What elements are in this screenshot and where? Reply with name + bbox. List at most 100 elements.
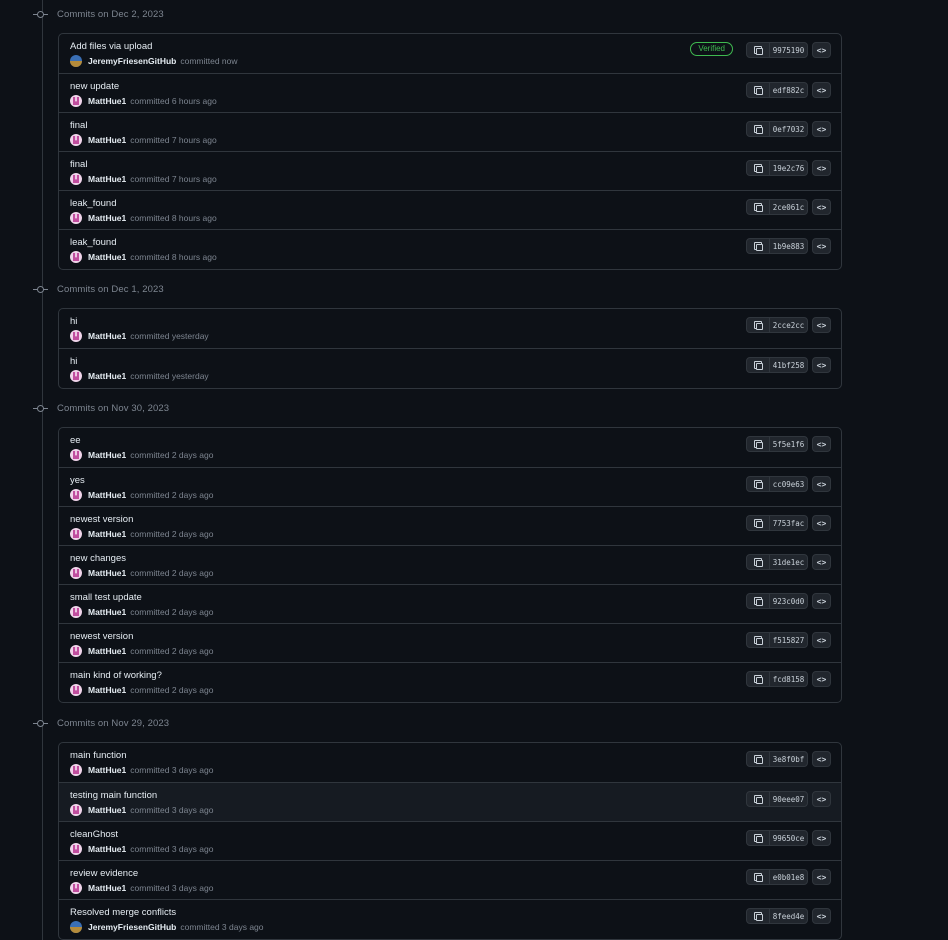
copy-icon[interactable] — [747, 594, 770, 608]
commit-sha[interactable]: 2ce061c — [770, 203, 807, 212]
copy-icon[interactable] — [747, 83, 770, 97]
commit-author-link[interactable]: MattHue1 — [88, 252, 126, 262]
commit-author-link[interactable]: MattHue1 — [88, 96, 126, 106]
browse-repository-button[interactable]: <> — [812, 908, 831, 924]
commit-sha-button[interactable]: 8feed4e — [746, 908, 808, 924]
commit-message-link[interactable]: newest version — [70, 631, 133, 642]
commit-sha[interactable]: e0b01e8 — [770, 873, 807, 882]
browse-repository-button[interactable]: <> — [812, 357, 831, 373]
commit-message-link[interactable]: main kind of working? — [70, 670, 162, 681]
commit-author-link[interactable]: MattHue1 — [88, 805, 126, 815]
avatar[interactable] — [70, 95, 82, 107]
commit-author-link[interactable]: MattHue1 — [88, 685, 126, 695]
commit-sha-button[interactable]: fcd8158 — [746, 671, 808, 687]
commit-sha-button[interactable]: 19e2c76 — [746, 160, 808, 176]
copy-icon[interactable] — [747, 792, 770, 806]
avatar[interactable] — [70, 489, 82, 501]
commit-sha-button[interactable]: cc09e63 — [746, 476, 808, 492]
commit-sha-button[interactable]: 7753fac — [746, 515, 808, 531]
browse-repository-button[interactable]: <> — [812, 160, 831, 176]
avatar[interactable] — [70, 567, 82, 579]
commit-message-link[interactable]: hi — [70, 356, 77, 367]
commit-sha[interactable]: f515827 — [770, 636, 807, 645]
commit-sha[interactable]: 31de1ec — [770, 558, 807, 567]
copy-icon[interactable] — [747, 43, 770, 57]
commit-message-link[interactable]: final — [70, 159, 87, 170]
commit-author-link[interactable]: MattHue1 — [88, 490, 126, 500]
commit-message-link[interactable]: final — [70, 120, 87, 131]
avatar[interactable] — [70, 645, 82, 657]
browse-repository-button[interactable]: <> — [812, 476, 831, 492]
commit-sha-button[interactable]: 5f5e1f6 — [746, 436, 808, 452]
avatar[interactable] — [70, 212, 82, 224]
commit-author-link[interactable]: MattHue1 — [88, 765, 126, 775]
commit-message-link[interactable]: leak_found — [70, 237, 116, 248]
commit-sha[interactable]: 5f5e1f6 — [770, 440, 807, 449]
commit-sha-button[interactable]: f515827 — [746, 632, 808, 648]
commit-message-link[interactable]: new update — [70, 81, 119, 92]
commit-message-link[interactable]: main function — [70, 750, 127, 761]
verified-badge[interactable]: Verified — [690, 42, 733, 56]
browse-repository-button[interactable]: <> — [812, 121, 831, 137]
commit-message-link[interactable]: Resolved merge conflicts — [70, 907, 176, 918]
copy-icon[interactable] — [747, 122, 770, 136]
commit-sha[interactable]: 1b9e883 — [770, 242, 807, 251]
commit-message-link[interactable]: yes — [70, 475, 85, 486]
commit-sha-button[interactable]: 99650ce — [746, 830, 808, 846]
commit-sha-button[interactable]: 90eee07 — [746, 791, 808, 807]
commit-author-link[interactable]: MattHue1 — [88, 568, 126, 578]
commit-sha[interactable]: 90eee07 — [770, 795, 807, 804]
browse-repository-button[interactable]: <> — [812, 593, 831, 609]
copy-icon[interactable] — [747, 672, 770, 686]
commit-sha[interactable]: cc09e63 — [770, 480, 807, 489]
commit-message-link[interactable]: cleanGhost — [70, 829, 118, 840]
browse-repository-button[interactable]: <> — [812, 515, 831, 531]
avatar[interactable] — [70, 764, 82, 776]
avatar[interactable] — [70, 55, 82, 67]
commit-author-link[interactable]: MattHue1 — [88, 371, 126, 381]
commit-sha-button[interactable]: 1b9e883 — [746, 238, 808, 254]
commit-author-link[interactable]: JeremyFriesenGitHub — [88, 56, 176, 66]
copy-icon[interactable] — [747, 831, 770, 845]
commit-author-link[interactable]: MattHue1 — [88, 883, 126, 893]
commit-sha[interactable]: 7753fac — [770, 519, 807, 528]
browse-repository-button[interactable]: <> — [812, 317, 831, 333]
commit-author-link[interactable]: MattHue1 — [88, 213, 126, 223]
browse-repository-button[interactable]: <> — [812, 199, 831, 215]
commit-sha[interactable]: 19e2c76 — [770, 164, 807, 173]
avatar[interactable] — [70, 330, 82, 342]
commit-message-link[interactable]: Add files via upload — [70, 41, 152, 52]
commit-author-link[interactable]: MattHue1 — [88, 135, 126, 145]
commit-message-link[interactable]: review evidence — [70, 868, 138, 879]
commit-sha-button[interactable]: 41bf258 — [746, 357, 808, 373]
commit-sha[interactable]: 99650ce — [770, 834, 807, 843]
avatar[interactable] — [70, 606, 82, 618]
commit-sha[interactable]: edf882c — [770, 86, 807, 95]
copy-icon[interactable] — [747, 200, 770, 214]
avatar[interactable] — [70, 528, 82, 540]
copy-icon[interactable] — [747, 161, 770, 175]
commit-sha[interactable]: 8feed4e — [770, 912, 807, 921]
copy-icon[interactable] — [747, 239, 770, 253]
commit-sha[interactable]: 2cce2cc — [770, 321, 807, 330]
browse-repository-button[interactable]: <> — [812, 632, 831, 648]
browse-repository-button[interactable]: <> — [812, 791, 831, 807]
browse-repository-button[interactable]: <> — [812, 82, 831, 98]
commit-sha-button[interactable]: 3e8f0bf — [746, 751, 808, 767]
commit-sha-button[interactable]: 2cce2cc — [746, 317, 808, 333]
copy-icon[interactable] — [747, 516, 770, 530]
commit-sha[interactable]: 9975190 — [770, 46, 807, 55]
avatar[interactable] — [70, 804, 82, 816]
copy-icon[interactable] — [747, 909, 770, 923]
commit-message-link[interactable]: small test update — [70, 592, 142, 603]
commit-author-link[interactable]: MattHue1 — [88, 607, 126, 617]
browse-repository-button[interactable]: <> — [812, 751, 831, 767]
browse-repository-button[interactable]: <> — [812, 436, 831, 452]
browse-repository-button[interactable]: <> — [812, 830, 831, 846]
avatar[interactable] — [70, 882, 82, 894]
commit-sha-button[interactable]: e0b01e8 — [746, 869, 808, 885]
browse-repository-button[interactable]: <> — [812, 238, 831, 254]
avatar[interactable] — [70, 370, 82, 382]
commit-sha[interactable]: fcd8158 — [770, 675, 807, 684]
copy-icon[interactable] — [747, 870, 770, 884]
